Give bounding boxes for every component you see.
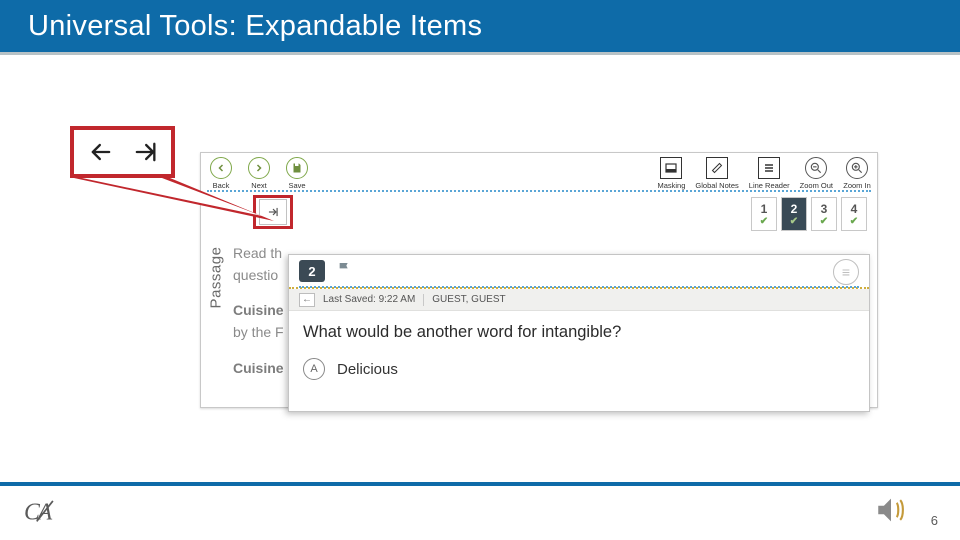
next-icon — [248, 157, 270, 179]
zoom-out-icon — [805, 157, 827, 179]
question-number-badge: 2 — [299, 260, 325, 282]
slide-title: Universal Tools: Expandable Items — [28, 10, 482, 43]
back-icon — [210, 157, 232, 179]
question-text: What would be another word for intangibl… — [303, 323, 855, 342]
user-label: GUEST, GUEST — [432, 294, 505, 305]
check-icon: ✔ — [760, 217, 768, 227]
masking-icon — [660, 157, 682, 179]
toolbar-linereader-label: Line Reader — [749, 181, 790, 190]
toolbar-zoom-out[interactable]: Zoom Out — [800, 157, 833, 190]
passage-line: Read th — [233, 245, 282, 261]
toolbar-back-label: Back — [213, 181, 230, 190]
toolbar-masking[interactable]: Masking — [657, 157, 685, 190]
passage-tab[interactable]: Passage — [207, 207, 225, 347]
pager-num: 4 — [851, 202, 858, 216]
undo-button[interactable]: ← — [299, 293, 315, 307]
expand-passage-button[interactable] — [259, 199, 287, 225]
pager-num: 3 — [821, 202, 828, 216]
title-underline — [0, 52, 960, 55]
toolbar-zoomout-label: Zoom Out — [800, 181, 833, 190]
answer-option-a[interactable]: A Delicious — [303, 358, 855, 380]
passage-line: questio — [233, 267, 278, 283]
toolbar-line-reader[interactable]: Line Reader — [749, 157, 790, 190]
toolbar-save[interactable]: Save — [283, 157, 311, 190]
toolbar-global-notes[interactable]: Global Notes — [695, 157, 738, 190]
toolbar-next-label: Next — [251, 181, 266, 190]
pager-item-3[interactable]: 3 ✔ — [811, 197, 837, 231]
expand-arrow-icon — [266, 205, 280, 219]
passage-line: Cuisine — [233, 360, 284, 376]
last-saved-label: Last Saved: 9:22 AM — [323, 294, 415, 305]
divider — [423, 294, 424, 306]
check-icon: ✔ — [850, 217, 858, 227]
toolbar-zoom-in[interactable]: Zoom In — [843, 157, 871, 190]
main-toolbar: Back Next Save — [201, 153, 877, 195]
save-icon — [286, 157, 308, 179]
pager-item-2[interactable]: 2 ✔ — [781, 197, 807, 231]
page-number: 6 — [931, 513, 938, 528]
footer-line — [0, 482, 960, 486]
toolbar-globalnotes-label: Global Notes — [695, 181, 738, 190]
saved-row: ← Last Saved: 9:22 AM GUEST, GUEST — [289, 289, 869, 311]
zoom-in-icon — [846, 157, 868, 179]
flag-icon[interactable] — [337, 261, 353, 282]
check-icon: ✔ — [820, 217, 828, 227]
question-pager: 1 ✔ 2 ✔ 3 ✔ 4 ✔ — [751, 197, 867, 231]
pager-num: 2 — [791, 202, 798, 216]
question-header: 2 ≡ — [289, 255, 869, 289]
passage-line: Cuisine — [233, 302, 284, 318]
logo: CA — [24, 497, 58, 534]
pager-num: 1 — [761, 202, 768, 216]
menu-lines-icon: ≡ — [842, 264, 850, 280]
audio-icon — [874, 493, 908, 532]
option-letter: A — [303, 358, 325, 380]
check-icon: ✔ — [790, 217, 798, 227]
callout-box — [70, 126, 175, 178]
toolbar-back[interactable]: Back — [207, 157, 235, 190]
toolbar-masking-label: Masking — [657, 181, 685, 190]
toolbar-save-label: Save — [288, 181, 305, 190]
footer: CA — [0, 490, 960, 540]
pager-item-1[interactable]: 1 ✔ — [751, 197, 777, 231]
question-panel: 2 ≡ ← Last Saved: 9:22 AM GUEST, GUEST W… — [288, 254, 870, 412]
arrow-right-icon — [131, 138, 159, 166]
second-row: 1 ✔ 2 ✔ 3 ✔ 4 ✔ — [201, 195, 877, 233]
global-notes-icon — [706, 157, 728, 179]
passage-label: Passage — [208, 246, 225, 308]
options-menu-button[interactable]: ≡ — [833, 259, 859, 285]
question-body: What would be another word for intangibl… — [289, 311, 869, 392]
toolbar-zoomin-label: Zoom In — [843, 181, 871, 190]
toolbar-next[interactable]: Next — [245, 157, 273, 190]
arrow-left-icon — [87, 138, 115, 166]
passage-line: by the F — [233, 324, 284, 340]
option-text: Delicious — [337, 361, 398, 378]
line-reader-icon — [758, 157, 780, 179]
pager-item-4[interactable]: 4 ✔ — [841, 197, 867, 231]
